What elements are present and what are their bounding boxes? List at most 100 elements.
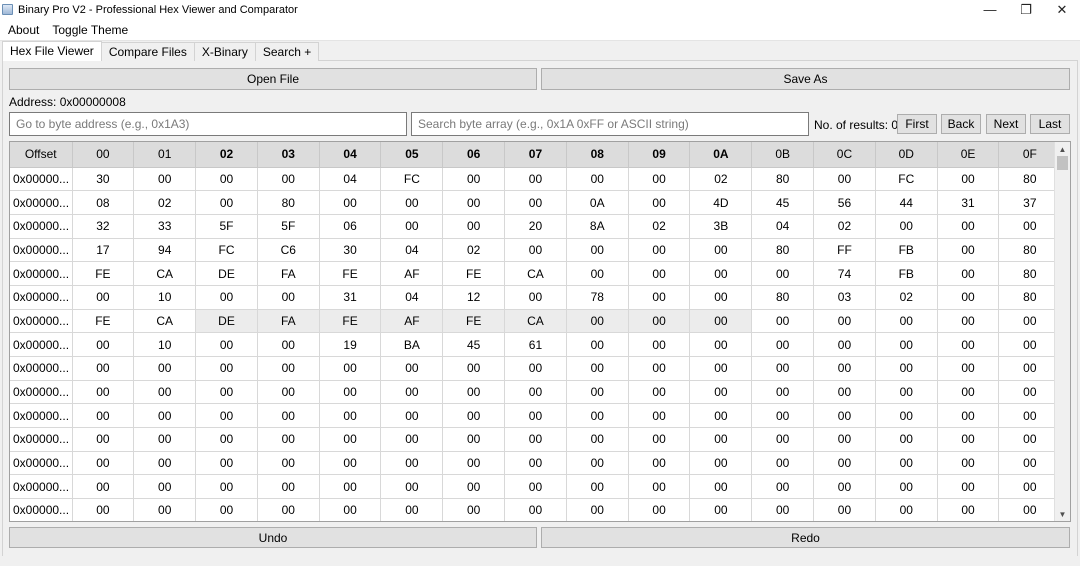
byte-cell[interactable]: 00 bbox=[442, 214, 506, 239]
byte-cell[interactable]: 00 bbox=[504, 356, 567, 381]
byte-cell[interactable]: FA bbox=[257, 261, 320, 286]
byte-cell[interactable]: 00 bbox=[380, 214, 444, 239]
column-header-07[interactable]: 07 bbox=[504, 142, 567, 168]
byte-cell[interactable]: 00 bbox=[875, 451, 938, 476]
byte-cell[interactable]: 00 bbox=[257, 451, 320, 476]
byte-cell[interactable]: 00 bbox=[72, 332, 135, 357]
byte-cell[interactable]: 02 bbox=[133, 190, 197, 215]
byte-cell[interactable]: 00 bbox=[319, 427, 382, 452]
byte-cell[interactable]: 00 bbox=[319, 403, 382, 429]
byte-cell[interactable]: 00 bbox=[442, 403, 506, 429]
byte-cell[interactable]: 00 bbox=[504, 451, 567, 476]
byte-cell[interactable]: 00 bbox=[689, 498, 753, 521]
byte-cell[interactable]: 00 bbox=[504, 190, 567, 215]
byte-cell[interactable]: 31 bbox=[937, 190, 1000, 215]
byte-cell[interactable]: 20 bbox=[504, 214, 567, 239]
byte-cell[interactable]: 03 bbox=[813, 285, 876, 310]
byte-cell[interactable]: 00 bbox=[257, 498, 320, 521]
byte-cell[interactable]: 8A bbox=[566, 214, 629, 239]
back-result-button[interactable]: Back bbox=[941, 114, 981, 134]
byte-cell[interactable]: 00 bbox=[72, 356, 135, 381]
byte-cell[interactable]: 00 bbox=[813, 451, 876, 476]
byte-cell[interactable]: 00 bbox=[380, 498, 444, 521]
byte-cell[interactable]: 10 bbox=[133, 285, 197, 310]
byte-cell[interactable]: 00 bbox=[442, 498, 506, 521]
column-header-0e[interactable]: 0E bbox=[937, 142, 1000, 168]
byte-cell[interactable]: DE bbox=[195, 261, 258, 286]
byte-cell[interactable]: 00 bbox=[751, 309, 815, 334]
byte-cell[interactable]: 80 bbox=[998, 238, 1062, 263]
byte-cell[interactable]: 00 bbox=[442, 380, 506, 405]
byte-cell[interactable]: 00 bbox=[751, 498, 815, 521]
byte-cell[interactable]: 00 bbox=[998, 498, 1062, 521]
byte-cell[interactable]: CA bbox=[133, 261, 197, 286]
byte-cell[interactable]: 02 bbox=[875, 285, 938, 310]
table-row[interactable]: 0x00000... 00 10 00 00 31 04 12 00 78 00 00 80 03 02 00… bbox=[10, 285, 1062, 310]
menu-toggle-theme[interactable]: Toggle Theme bbox=[44, 19, 133, 41]
byte-cell[interactable]: 00 bbox=[257, 356, 320, 381]
byte-cell[interactable]: 00 bbox=[875, 498, 938, 521]
byte-cell[interactable]: 00 bbox=[566, 427, 629, 452]
byte-cell[interactable]: 00 bbox=[998, 474, 1062, 500]
goto-address-input[interactable] bbox=[9, 112, 407, 136]
byte-cell[interactable]: C6 bbox=[257, 238, 320, 263]
byte-cell[interactable]: 31 bbox=[319, 285, 382, 310]
byte-cell[interactable]: 00 bbox=[380, 474, 444, 500]
byte-cell[interactable]: 00 bbox=[751, 261, 815, 286]
byte-cell[interactable]: 00 bbox=[998, 427, 1062, 452]
byte-cell[interactable]: 30 bbox=[319, 238, 382, 263]
undo-button[interactable]: Undo bbox=[9, 527, 537, 548]
byte-cell[interactable]: FE bbox=[72, 261, 135, 286]
byte-cell[interactable]: 00 bbox=[628, 261, 691, 286]
byte-cell[interactable]: 00 bbox=[133, 403, 197, 429]
byte-cell[interactable]: 5F bbox=[195, 214, 258, 239]
byte-cell[interactable]: 04 bbox=[751, 214, 815, 239]
byte-cell[interactable]: 00 bbox=[319, 380, 382, 405]
byte-cell[interactable]: 33 bbox=[133, 214, 197, 239]
column-header-03[interactable]: 03 bbox=[257, 142, 320, 168]
byte-cell[interactable]: 00 bbox=[133, 474, 197, 500]
byte-cell[interactable]: 00 bbox=[813, 332, 876, 357]
byte-cell[interactable]: 00 bbox=[689, 474, 753, 500]
byte-cell[interactable]: 00 bbox=[813, 498, 876, 521]
byte-cell[interactable]: 80 bbox=[998, 167, 1062, 192]
byte-cell[interactable]: 80 bbox=[751, 285, 815, 310]
byte-cell[interactable]: 94 bbox=[133, 238, 197, 263]
byte-cell[interactable]: 00 bbox=[998, 309, 1062, 334]
byte-cell[interactable]: 00 bbox=[628, 167, 691, 192]
offset-cell[interactable]: 0x00000... bbox=[10, 403, 73, 429]
byte-cell[interactable]: 00 bbox=[813, 380, 876, 405]
table-row[interactable]: 0x00000... 08 02 00 80 00 00 00 00 0A 00 4D 45 56 44 31… bbox=[10, 190, 1062, 215]
byte-cell[interactable]: 00 bbox=[566, 332, 629, 357]
hex-grid[interactable]: Offset 00 01 02 03 04 05 06 07 08 09 0A 0B 0C 0D 0E 0F 0… bbox=[9, 141, 1071, 522]
byte-cell[interactable]: 00 bbox=[937, 451, 1000, 476]
byte-cell[interactable]: 00 bbox=[442, 167, 506, 192]
byte-cell[interactable]: 00 bbox=[813, 403, 876, 429]
byte-cell[interactable]: 45 bbox=[751, 190, 815, 215]
byte-cell[interactable]: 00 bbox=[380, 451, 444, 476]
byte-cell[interactable]: 00 bbox=[937, 167, 1000, 192]
byte-cell[interactable]: 00 bbox=[937, 356, 1000, 381]
byte-cell[interactable]: 32 bbox=[72, 214, 135, 239]
offset-cell[interactable]: 0x00000... bbox=[10, 285, 73, 310]
byte-cell[interactable]: 00 bbox=[875, 427, 938, 452]
byte-cell[interactable]: 00 bbox=[504, 427, 567, 452]
table-row[interactable]: 0x00000... FE CA DE FA FE AF FE CA 00 00 00 00 74 FB 00… bbox=[10, 261, 1062, 286]
byte-cell[interactable]: 00 bbox=[442, 427, 506, 452]
byte-cell[interactable]: 00 bbox=[875, 403, 938, 429]
byte-cell[interactable]: DE bbox=[195, 309, 258, 334]
column-header-08[interactable]: 08 bbox=[566, 142, 629, 168]
byte-cell[interactable]: 00 bbox=[751, 451, 815, 476]
byte-cell[interactable]: FC bbox=[875, 167, 938, 192]
byte-cell[interactable]: 00 bbox=[195, 498, 258, 521]
byte-cell[interactable]: 00 bbox=[937, 474, 1000, 500]
byte-cell[interactable]: 61 bbox=[504, 332, 567, 357]
byte-cell[interactable]: 0A bbox=[566, 190, 629, 215]
byte-cell[interactable]: 00 bbox=[937, 332, 1000, 357]
byte-cell[interactable]: 00 bbox=[72, 498, 135, 521]
byte-cell[interactable]: FE bbox=[72, 309, 135, 334]
byte-cell[interactable]: 00 bbox=[998, 380, 1062, 405]
column-header-01[interactable]: 01 bbox=[133, 142, 197, 168]
byte-cell[interactable]: FE bbox=[319, 261, 382, 286]
offset-cell[interactable]: 0x00000... bbox=[10, 261, 73, 286]
